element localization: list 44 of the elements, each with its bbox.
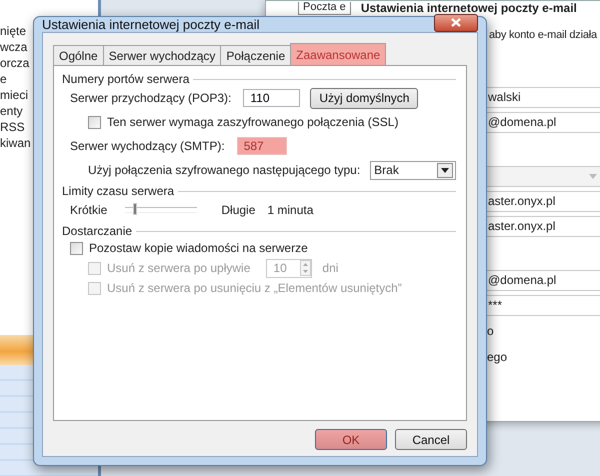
spin-arrows-icon <box>300 260 312 276</box>
ssl-checkbox[interactable] <box>88 116 101 128</box>
default-button[interactable]: Użyj domyślnych <box>310 88 418 108</box>
timeout-reading: 1 minuta <box>267 203 314 217</box>
long-label: Długie <box>221 203 256 217</box>
section-title: Numery portów serwera <box>62 72 190 86</box>
short-label: Krótkie <box>70 203 108 217</box>
tab[interactable]: Ogólne <box>53 45 104 65</box>
close-button[interactable] <box>434 14 478 32</box>
incoming-port-field[interactable]: 110 <box>243 89 300 107</box>
section-title: Dostarczanie <box>62 224 132 238</box>
background-heading: Ustawienia internetowej poczty e-mail <box>360 2 577 14</box>
leave-copy-checkbox[interactable] <box>70 242 83 254</box>
sidebar-item[interactable]: kiwan <box>0 135 31 151</box>
tab[interactable]: Połączenie <box>220 45 292 65</box>
section-title: Limity czasu serwera <box>62 184 174 198</box>
remove-after-label: Usuń z serwera po upływie <box>107 261 250 275</box>
tab[interactable]: Serwer wychodzący <box>102 45 222 65</box>
background-text: aby konto e-mail działa <box>489 29 598 41</box>
incoming-port-label: Serwer przychodzący (POP3): <box>70 91 232 105</box>
encryption-dropdown[interactable]: Brak <box>370 160 456 180</box>
sidebar-item[interactable]: orcza <box>0 55 30 71</box>
ok-button[interactable]: OK <box>315 429 387 450</box>
sidebar-item[interactable]: nięte <box>0 23 26 39</box>
window-title: Ustawienia internetowej poczty e-mail <box>42 17 260 32</box>
caret-icon <box>441 168 449 172</box>
background-text: ego <box>486 349 508 366</box>
background-tab[interactable]: Poczta e <box>298 2 351 14</box>
sidebar-item[interactable]: enty <box>0 103 23 119</box>
close-icon <box>451 18 461 27</box>
days-label: dni <box>322 261 338 275</box>
caret-icon <box>589 174 597 179</box>
cancel-button[interactable]: Cancel <box>395 429 467 450</box>
sidebar-item[interactable]: mieci <box>0 87 28 103</box>
ssl-label: Ten serwer wymaga zaszyfrowanego połączenia (SSL) <box>107 115 398 129</box>
encryption-label: Użyj połączenia szyfrowanego następującego typu: <box>88 163 360 177</box>
leave-copy-label: Pozostaw kopie wiadomości na serwerze <box>89 241 308 255</box>
remove-deleted-label: Usuń z serwera po usunięciu z „Elementów usuniętych” <box>107 281 402 295</box>
sidebar-item[interactable]: e <box>0 71 7 87</box>
sidebar-item[interactable]: RSS <box>0 119 25 135</box>
background-text: o <box>486 323 494 340</box>
outgoing-port-label: Serwer wychodzący (SMTP): <box>70 139 225 153</box>
slider-thumb[interactable] <box>132 203 137 215</box>
sidebar-item[interactable]: wcza <box>0 39 28 55</box>
